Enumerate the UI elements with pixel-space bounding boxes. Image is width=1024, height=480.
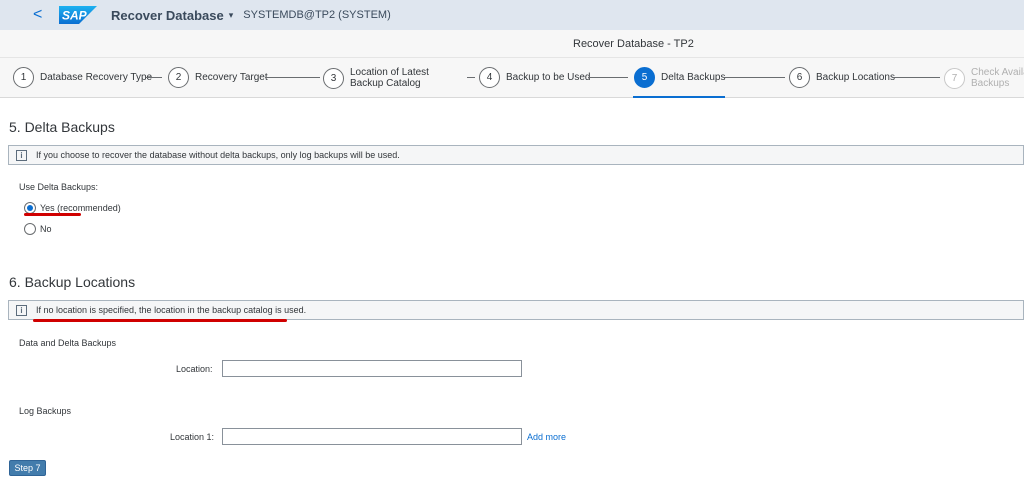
log-location-input[interactable] <box>222 428 522 445</box>
radio-no[interactable]: No <box>24 223 52 235</box>
step-connector <box>265 77 320 78</box>
sap-logo[interactable]: SAP <box>59 6 97 24</box>
info-text: If you choose to recover the database wi… <box>36 150 400 160</box>
step-number: 3 <box>323 67 344 89</box>
step-label: Check Availa Backups <box>971 67 1024 89</box>
step7-button[interactable]: Step 7 <box>9 460 46 476</box>
annotation-underline <box>33 319 287 322</box>
radio-button[interactable] <box>24 223 36 235</box>
data-location-label: Location: <box>176 364 213 374</box>
step-number: 6 <box>789 67 810 88</box>
wizard-progress: 1 Database Recovery Type 2 Recovery Targ… <box>0 58 1024 98</box>
step-label: Delta Backups <box>661 72 726 83</box>
section-title-backup-locations: 6. Backup Locations <box>9 274 136 290</box>
wizard-title: Recover Database - TP2 <box>573 38 694 50</box>
active-step-indicator <box>633 96 725 98</box>
step-number: 5 <box>634 67 655 88</box>
wizard-step-4[interactable]: 4 Backup to be Used <box>479 67 591 88</box>
app-title: Recover Database <box>111 7 224 23</box>
system-id: SYSTEMDB@TP2 (SYSTEM) <box>243 9 391 21</box>
step-connector <box>588 77 628 78</box>
info-icon: i <box>16 304 27 316</box>
step-connector <box>467 77 475 78</box>
log-backups-group-label: Log Backups <box>19 406 72 416</box>
chevron-left-icon[interactable]: < <box>33 6 47 24</box>
wizard-step-3[interactable]: 3 Location of Latest Backup Catalog <box>323 67 465 89</box>
step-connector <box>724 77 785 78</box>
step-label: Backup to be Used <box>506 72 591 83</box>
info-strip-delta: i If you choose to recover the database … <box>8 145 1024 165</box>
step-number: 1 <box>13 67 34 88</box>
app-title-menu[interactable]: Recover Database ▾ <box>111 8 233 23</box>
info-icon: i <box>16 149 27 161</box>
radio-label: Yes (recommended) <box>40 203 121 213</box>
wizard-step-1[interactable]: 1 Database Recovery Type <box>13 67 152 88</box>
add-more-link[interactable]: Add more <box>527 432 566 442</box>
step-connector <box>892 77 940 78</box>
step-number: 4 <box>479 67 500 88</box>
step-number: 2 <box>168 67 189 88</box>
data-delta-backups-group-label: Data and Delta Backups <box>19 338 117 348</box>
step-label: Backup Locations <box>816 72 895 83</box>
step-label: Database Recovery Type <box>40 72 153 83</box>
annotation-underline <box>24 213 81 216</box>
wizard-step-2[interactable]: 2 Recovery Target <box>168 67 268 88</box>
data-location-input[interactable] <box>222 360 522 377</box>
wizard-title-bar: Recover Database - TP2 <box>0 30 1024 58</box>
use-delta-backups-label: Use Delta Backups: <box>19 182 99 192</box>
svg-text:SAP: SAP <box>62 9 88 23</box>
wizard-step-5[interactable]: 5 Delta Backups <box>634 67 725 88</box>
shell-header: < SAP Recover Database ▾ SYSTEMDB@TP2 (S… <box>0 0 1024 30</box>
step-label: Location of Latest Backup Catalog <box>350 67 429 89</box>
log-location-label: Location 1: <box>170 432 215 442</box>
radio-label: No <box>40 224 52 234</box>
info-text: If no location is specified, the locatio… <box>36 305 307 315</box>
wizard-step-7: 7 Check Availa Backups <box>944 67 1024 89</box>
section-title-delta-backups: 5. Delta Backups <box>9 119 115 135</box>
info-strip-locations: i If no location is specified, the locat… <box>8 300 1024 320</box>
step-number: 7 <box>944 67 965 89</box>
step-label: Recovery Target <box>195 72 268 83</box>
wizard-step-6[interactable]: 6 Backup Locations <box>789 67 895 88</box>
chevron-down-icon: ▾ <box>228 9 234 20</box>
step-connector <box>146 77 162 78</box>
